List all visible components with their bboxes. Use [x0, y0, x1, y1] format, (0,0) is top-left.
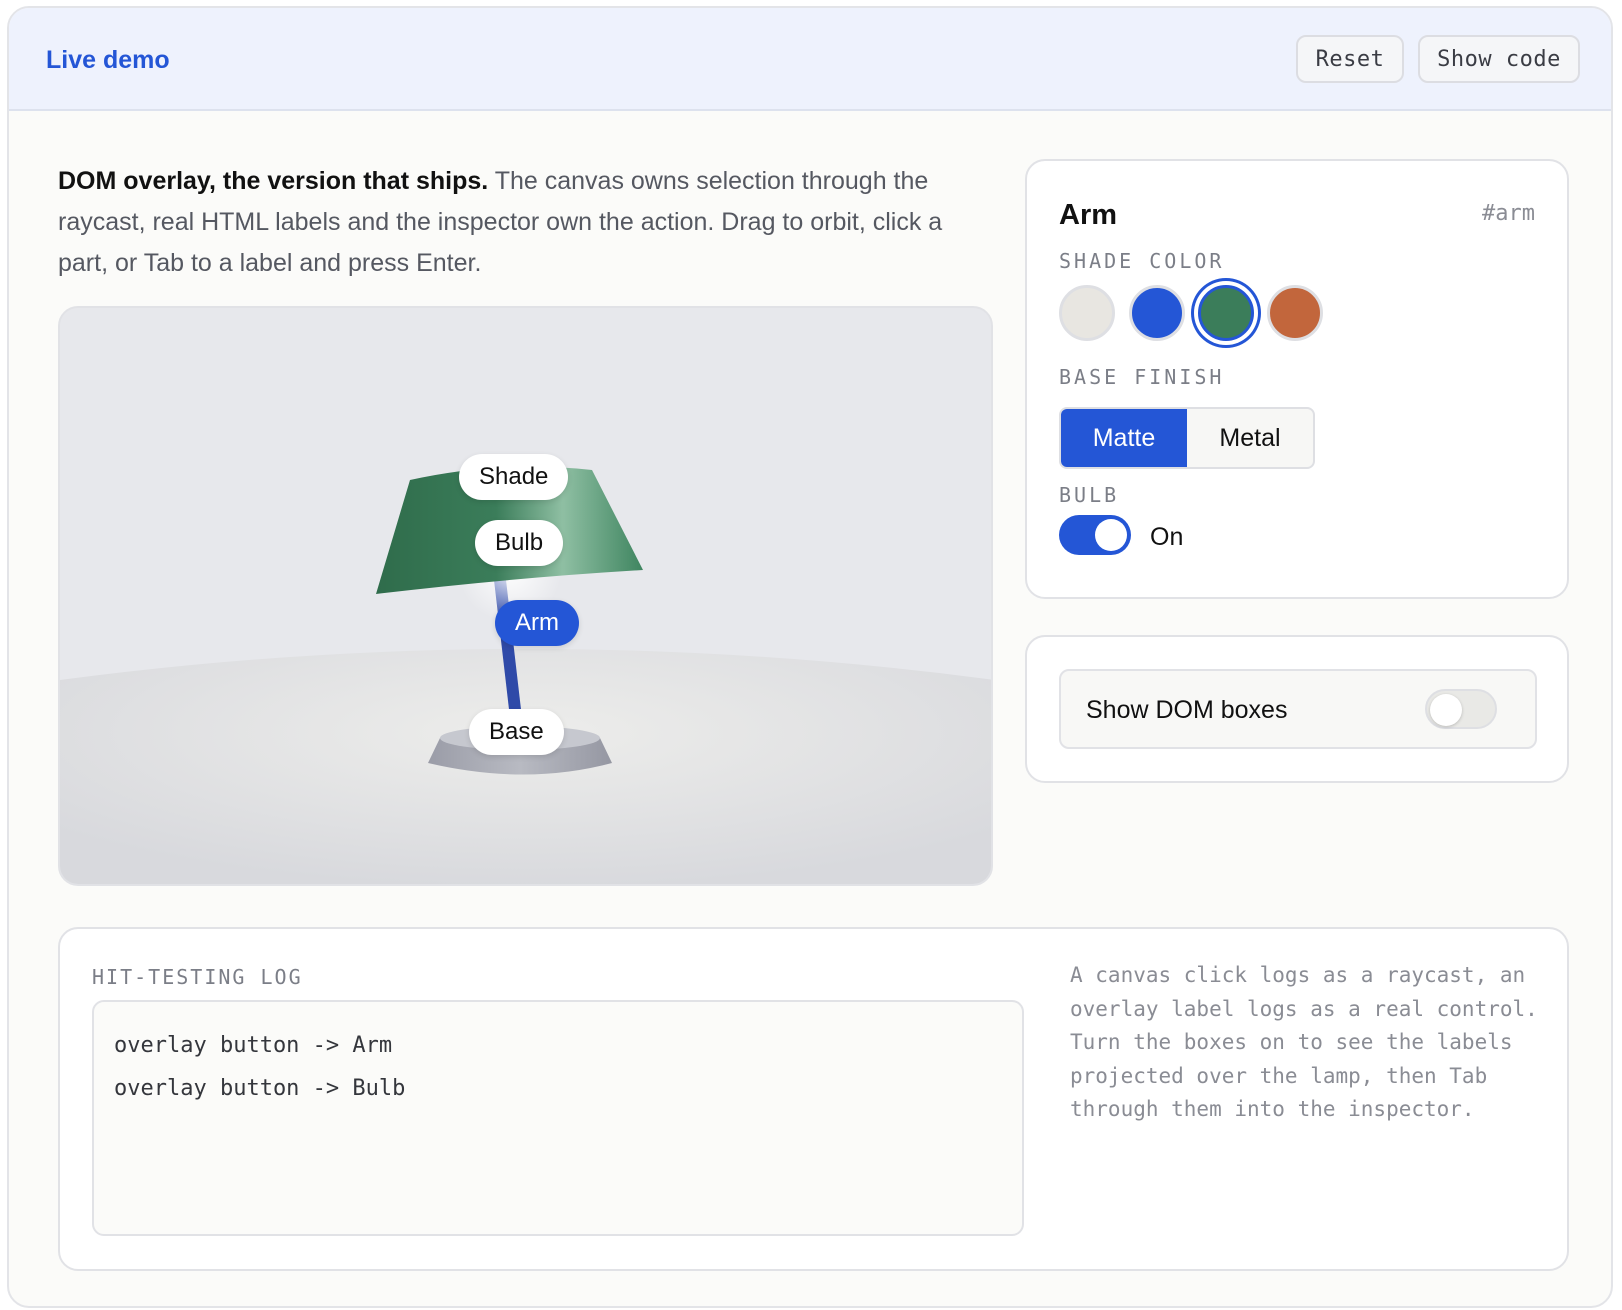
swatch-terracotta[interactable]: [1267, 285, 1323, 341]
base-finish-segmented: Matte Metal: [1059, 407, 1315, 469]
lamp-scene: [60, 308, 991, 884]
bulb-toggle[interactable]: [1059, 515, 1131, 555]
dom-boxes-toggle-knob: [1430, 694, 1462, 726]
hit-testing-log-panel: HIT-TESTING LOG overlay button -> Arm ov…: [58, 927, 1569, 1271]
demo-title: Live demo: [46, 46, 170, 74]
log-caption: HIT-TESTING LOG: [92, 965, 303, 989]
bulb-state-text: On: [1150, 523, 1184, 551]
dom-boxes-panel: Show DOM boxes: [1025, 635, 1569, 783]
log-note: A canvas click logs as a raycast, an ove…: [1070, 963, 1538, 1121]
bulb-label-button[interactable]: Bulb: [475, 520, 564, 566]
dom-boxes-row[interactable]: Show DOM boxes: [1059, 669, 1537, 749]
lamp-canvas[interactable]: Shade Bulb Arm Base: [58, 306, 993, 886]
reset-button[interactable]: Reset: [1296, 35, 1404, 83]
swatch-cream[interactable]: [1059, 285, 1115, 341]
demo-header: Live demo Reset Show code: [9, 8, 1611, 111]
dom-boxes-label: Show DOM boxes: [1086, 696, 1288, 724]
show-code-button[interactable]: Show code: [1418, 35, 1580, 83]
intro-text: DOM overlay, the version that ships. The…: [58, 161, 998, 284]
shade-color-label: SHADE COLOR: [1059, 249, 1225, 273]
arm-label-button[interactable]: Arm: [495, 600, 579, 646]
bulb-toggle-knob: [1095, 519, 1127, 551]
finish-matte-option[interactable]: Matte: [1061, 409, 1187, 467]
swatch-green[interactable]: [1198, 285, 1254, 341]
bulb-label: BULB: [1059, 483, 1120, 507]
inspector-id-tag: #arm: [1482, 201, 1535, 226]
log-entry: overlay button -> Bulb: [114, 1076, 406, 1101]
base-finish-label: BASE FINISH: [1059, 365, 1225, 389]
shade-label-button[interactable]: Shade: [459, 454, 569, 500]
intro-lead: DOM overlay, the version that ships.: [58, 167, 489, 195]
inspector-panel: Arm #arm SHADE COLOR BASE FINISH Matte M…: [1025, 159, 1569, 599]
log-entry: overlay button -> Arm: [114, 1033, 393, 1058]
log-output: overlay button -> Arm overlay button -> …: [92, 1000, 1024, 1236]
base-label-button[interactable]: Base: [469, 709, 564, 755]
finish-metal-option[interactable]: Metal: [1187, 409, 1313, 467]
dom-boxes-toggle[interactable]: [1425, 689, 1497, 729]
demo-frame: Live demo Reset Show code DOM overlay, t…: [7, 6, 1613, 1308]
inspector-title: Arm: [1059, 199, 1118, 231]
swatch-blue[interactable]: [1129, 285, 1185, 341]
